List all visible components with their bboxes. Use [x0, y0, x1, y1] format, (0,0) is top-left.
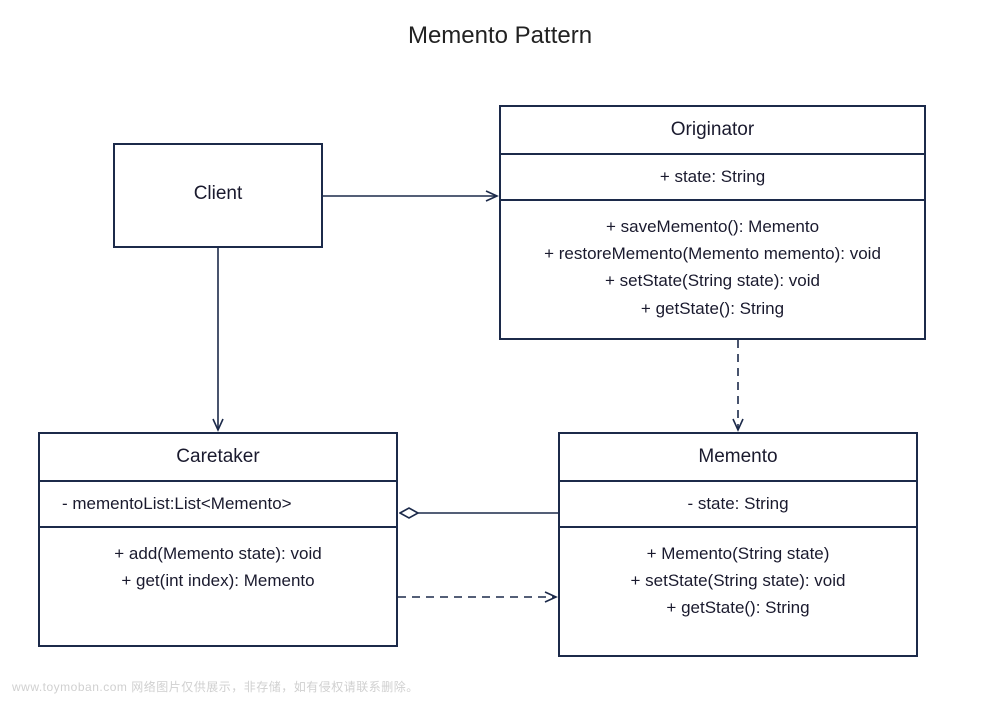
class-memento: Memento - state: String + Memento(String…: [558, 432, 918, 657]
originator-method: + saveMemento(): Memento: [505, 213, 920, 240]
originator-method: + getState(): String: [505, 295, 920, 322]
class-client-name: Client: [115, 145, 321, 217]
class-memento-methods: + Memento(String state) + setState(Strin…: [560, 528, 916, 634]
caretaker-method: + get(int index): Memento: [44, 567, 392, 594]
memento-method: + Memento(String state): [564, 540, 912, 567]
class-caretaker-attrs: - mementoList:List<Memento>: [40, 482, 396, 528]
class-originator-attrs: + state: String: [501, 155, 924, 201]
class-originator-name: Originator: [501, 107, 924, 155]
class-memento-attrs: - state: String: [560, 482, 916, 528]
class-originator: Originator + state: String + saveMemento…: [499, 105, 926, 340]
memento-method: + getState(): String: [564, 594, 912, 621]
originator-method: + restoreMemento(Memento memento): void: [505, 240, 920, 267]
class-caretaker-name: Caretaker: [40, 434, 396, 482]
caretaker-method: + add(Memento state): void: [44, 540, 392, 567]
diagram-title: Memento Pattern: [0, 22, 1000, 50]
class-client: Client: [113, 143, 323, 248]
memento-method: + setState(String state): void: [564, 567, 912, 594]
class-caretaker: Caretaker - mementoList:List<Memento> + …: [38, 432, 398, 647]
originator-method: + setState(String state): void: [505, 267, 920, 294]
class-caretaker-methods: + add(Memento state): void + get(int ind…: [40, 528, 396, 606]
class-originator-methods: + saveMemento(): Memento + restoreMement…: [501, 201, 924, 334]
watermark-text: www.toymoban.com 网络图片仅供展示，非存储，如有侵权请联系删除。: [12, 678, 419, 695]
class-memento-name: Memento: [560, 434, 916, 482]
